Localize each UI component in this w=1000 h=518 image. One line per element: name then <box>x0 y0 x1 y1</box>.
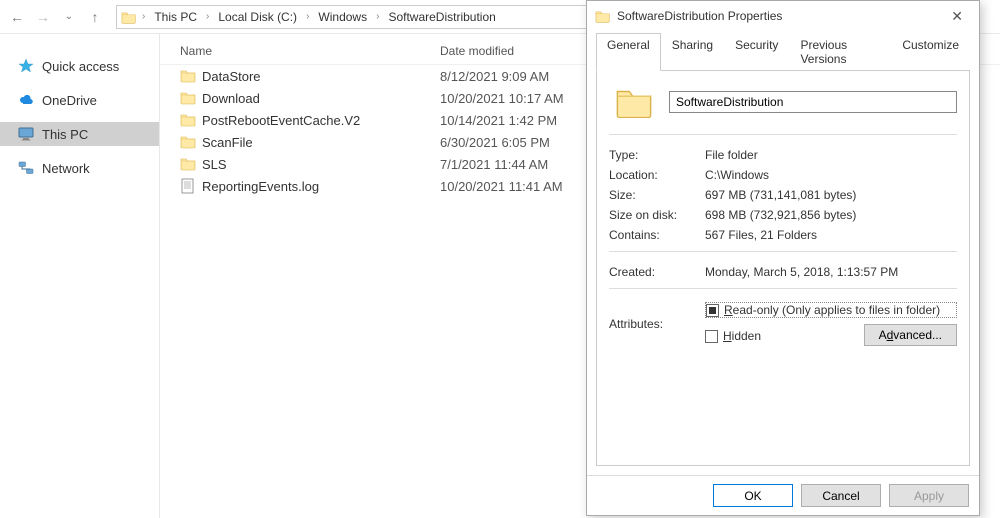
file-date: 7/1/2021 11:44 AM <box>440 157 600 172</box>
checkbox-icon <box>705 330 718 343</box>
sidebar-item-this-pc[interactable]: This PC <box>0 122 159 146</box>
label-size: Size: <box>609 188 705 202</box>
dialog-title: SoftwareDistribution Properties <box>617 9 782 23</box>
sidebar-item-network[interactable]: Network <box>0 156 159 180</box>
nav-recent-dropdown[interactable]: ⌄ <box>58 6 80 28</box>
breadcrumb-item[interactable]: This PC <box>150 8 201 26</box>
chevron-right-icon: › <box>303 11 312 22</box>
apply-button[interactable]: Apply <box>889 484 969 507</box>
label-attributes: Attributes: <box>609 317 705 331</box>
folder-name-input[interactable] <box>669 91 957 113</box>
value-location: C:\Windows <box>705 168 957 182</box>
tab-sharing[interactable]: Sharing <box>661 33 724 71</box>
label-created: Created: <box>609 265 705 279</box>
checkbox-icon <box>706 304 719 317</box>
folder-icon <box>180 90 196 106</box>
tab-panel-general: Type:File folder Location:C:\Windows Siz… <box>596 70 970 466</box>
sidebar-item-label: This PC <box>42 127 88 142</box>
folder-icon <box>595 9 611 23</box>
file-icon <box>180 178 196 194</box>
folder-icon <box>609 84 649 120</box>
sidebar-item-onedrive[interactable]: OneDrive <box>0 88 159 112</box>
file-name: ReportingEvents.log <box>202 179 319 194</box>
network-icon <box>18 160 34 176</box>
value-size: 697 MB (731,141,081 bytes) <box>705 188 957 202</box>
file-name: SLS <box>202 157 227 172</box>
readonly-label: ead-only (Only applies to files in folde… <box>733 303 940 317</box>
file-date: 10/20/2021 11:41 AM <box>440 179 600 194</box>
tab-general[interactable]: General <box>596 33 661 71</box>
hidden-checkbox[interactable]: Hidden <box>705 329 761 343</box>
folder-icon <box>180 134 196 150</box>
folder-icon <box>180 68 196 84</box>
sidebar-item-label: OneDrive <box>42 93 97 108</box>
cancel-button[interactable]: Cancel <box>801 484 881 507</box>
advanced-button[interactable]: Advanced... <box>864 324 957 346</box>
chevron-right-icon: › <box>373 11 382 22</box>
breadcrumb-item[interactable]: SoftwareDistribution <box>384 8 499 26</box>
nav-forward-button[interactable]: → <box>32 6 54 28</box>
tab-previous[interactable]: Previous Versions <box>789 33 891 71</box>
column-header-name[interactable]: Name <box>180 44 440 58</box>
dialog-buttons: OK Cancel Apply <box>587 475 979 515</box>
tab-strip: General Sharing Security Previous Versio… <box>596 32 970 71</box>
folder-icon <box>180 156 196 172</box>
dialog-titlebar: SoftwareDistribution Properties ✕ <box>587 1 979 31</box>
monitor-icon <box>18 126 34 142</box>
hidden-label: idden <box>732 329 761 343</box>
ok-button[interactable]: OK <box>713 484 793 507</box>
sidebar-item-label: Network <box>42 161 90 176</box>
star-icon <box>18 58 34 74</box>
chevron-right-icon: › <box>203 11 212 22</box>
tab-security[interactable]: Security <box>724 33 789 71</box>
file-date: 6/30/2021 6:05 PM <box>440 135 600 150</box>
value-created: Monday, March 5, 2018, 1:13:57 PM <box>705 265 957 279</box>
value-contains: 567 Files, 21 Folders <box>705 228 957 242</box>
breadcrumb-item[interactable]: Local Disk (C:) <box>214 8 301 26</box>
file-name: Download <box>202 91 260 106</box>
file-date: 8/12/2021 9:09 AM <box>440 69 600 84</box>
sidebar: Quick access OneDrive This PC Network <box>0 34 160 518</box>
nav-up-button[interactable]: ↑ <box>84 6 106 28</box>
sidebar-item-quick-access[interactable]: Quick access <box>0 54 159 78</box>
folder-icon <box>180 112 196 128</box>
file-name: DataStore <box>202 69 261 84</box>
label-sizeondisk: Size on disk: <box>609 208 705 222</box>
label-contains: Contains: <box>609 228 705 242</box>
readonly-checkbox[interactable]: Read-only (Only applies to files in fold… <box>705 302 957 318</box>
breadcrumb-item[interactable]: Windows <box>314 8 371 26</box>
file-date: 10/14/2021 1:42 PM <box>440 113 600 128</box>
column-header-date[interactable]: Date modified <box>440 44 600 58</box>
breadcrumb[interactable]: › This PC › Local Disk (C:) › Windows › … <box>116 5 596 29</box>
folder-icon <box>121 10 137 24</box>
file-name: PostRebootEventCache.V2 <box>202 113 360 128</box>
file-date: 10/20/2021 10:17 AM <box>440 91 600 106</box>
label-type: Type: <box>609 148 705 162</box>
value-sizeondisk: 698 MB (732,921,856 bytes) <box>705 208 957 222</box>
label-location: Location: <box>609 168 705 182</box>
tab-customize[interactable]: Customize <box>891 33 970 71</box>
file-name: ScanFile <box>202 135 253 150</box>
cloud-icon <box>18 92 34 108</box>
close-button[interactable]: ✕ <box>943 8 971 25</box>
value-type: File folder <box>705 148 957 162</box>
nav-back-button[interactable]: ← <box>6 6 28 28</box>
sidebar-item-label: Quick access <box>42 59 119 74</box>
chevron-right-icon: › <box>139 11 148 22</box>
properties-dialog: SoftwareDistribution Properties ✕ Genera… <box>586 0 980 516</box>
